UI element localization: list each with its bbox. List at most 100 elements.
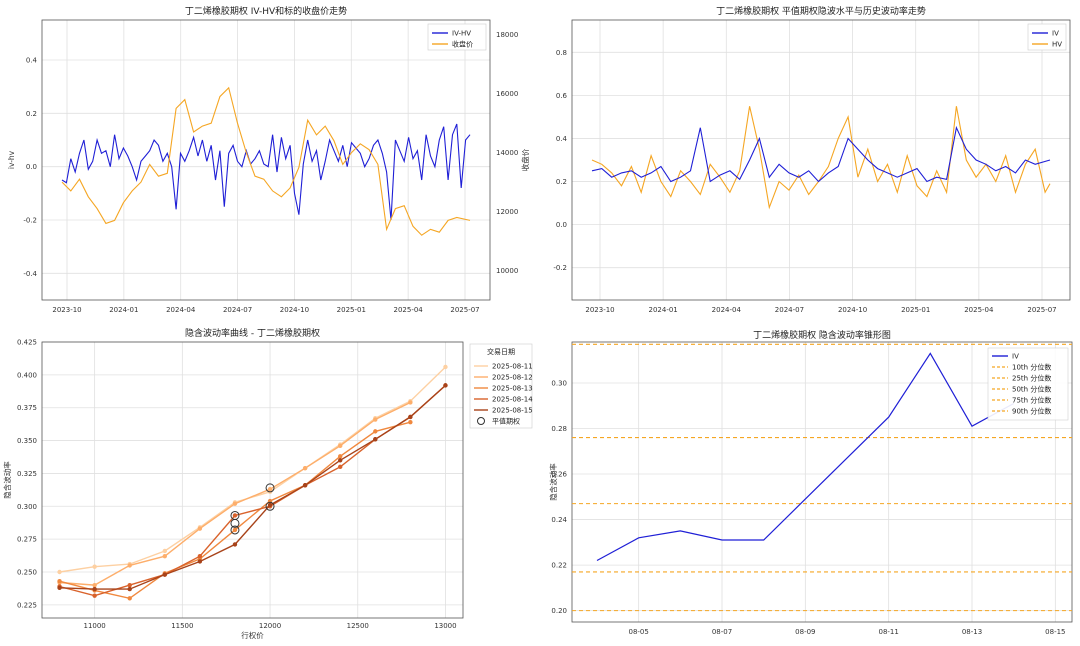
series-point	[338, 443, 343, 449]
y-right-tick-label: 18000	[496, 31, 518, 39]
chart-iv-cone: 丁二烯橡胶期权 隐含波动率锥形图 08-05 08-07 08-09 08-11 08-1…	[548, 329, 1073, 636]
y-tick-label: 0.6	[556, 92, 568, 100]
series-point	[57, 579, 62, 584]
y-tick-label: 0.400	[17, 371, 37, 379]
x-tick-label: 2024-04	[712, 306, 742, 314]
series-point	[127, 596, 132, 601]
series-point	[232, 513, 238, 518]
y-axis-label: iv-hv	[7, 150, 16, 169]
series-line	[59, 384, 446, 590]
legend-label: 2025-08-13	[492, 385, 533, 393]
series-point	[408, 400, 413, 405]
legend-label: 75th 分位数	[1012, 396, 1051, 405]
x-tick-label: 2024-10	[838, 306, 867, 314]
y-tick-label: 0.225	[17, 601, 37, 609]
legend-label: 2025-08-12	[492, 374, 533, 382]
y-tick-label: 0.0	[556, 221, 567, 229]
x-tick-label: 08-09	[795, 628, 815, 636]
legend-label: 收盘价	[452, 40, 473, 49]
x-tick-label: 2024-04	[166, 306, 196, 314]
y-tick-label: 0.250	[17, 569, 37, 577]
y-tick-label: -0.2	[553, 264, 567, 272]
x-tick-label: 2025-07	[450, 306, 479, 314]
legend: IV HV	[1027, 23, 1067, 51]
x-tick-label: 08-05	[628, 628, 648, 636]
x-tick-label: 08-07	[712, 628, 732, 636]
series-point	[197, 554, 203, 559]
series-point	[302, 465, 308, 471]
series-point	[162, 554, 167, 559]
series-point	[92, 593, 97, 598]
series-point	[127, 582, 132, 588]
y-tick-label: 0.350	[17, 437, 37, 445]
series-point	[302, 483, 308, 488]
x-tick-label: 12500	[347, 622, 369, 630]
legend-label: 2025-08-15	[492, 407, 533, 415]
series-point	[267, 502, 273, 508]
x-tick-label: 2025-07	[1027, 306, 1056, 314]
y-tick-label: 0.28	[551, 425, 567, 433]
y-right-tick-label: 12000	[496, 208, 518, 216]
chart-iv-hv-levels: 丁二烯橡胶期权 平值期权隐波水平与历史波动率走势 2023-10 2024-01 20…	[553, 5, 1071, 314]
x-tick-label: 2024-10	[280, 306, 309, 314]
legend: IV-HV 收盘价	[427, 23, 487, 51]
x-tick-label: 08-15	[1045, 628, 1065, 636]
series-line-close-price	[61, 86, 471, 236]
series-point	[338, 454, 343, 459]
y-right-tick-label: 14000	[496, 149, 518, 157]
y-tick-label: 0.4	[556, 135, 568, 143]
y-tick-label: 0.2	[556, 178, 567, 186]
legend-label: IV-HV	[452, 30, 471, 38]
series-point	[443, 364, 448, 370]
series-point	[127, 586, 132, 592]
y-right-tick-label: 16000	[496, 90, 518, 98]
x-tick-label: 2023-10	[585, 306, 614, 314]
plot-frame	[41, 19, 491, 301]
chart-figure: 丁二烯橡胶期权 IV-HV和标的收盘价走势 2023-10 2024-01 2024-…	[2, 5, 1073, 640]
series-point	[338, 458, 343, 463]
legend-label: HV	[1052, 41, 1062, 49]
legend-title: 交易日期	[487, 347, 515, 356]
legend-label: 50th 分位数	[1012, 385, 1051, 394]
legend-label: 平值期权	[492, 417, 520, 426]
legend-label: 25th 分位数	[1012, 374, 1051, 383]
series-point	[373, 417, 378, 422]
legend: 交易日期 2025-08-11 2025-08-12 2025-08-13 2025-0…	[469, 343, 533, 429]
y-right-tick-label: 10000	[496, 267, 518, 275]
plot-frame	[571, 19, 1071, 301]
y-tick-label: 0.4	[26, 57, 38, 65]
series-line-hv	[591, 106, 1051, 210]
x-tick-label: 08-13	[962, 628, 982, 636]
y-tick-label: 0.22	[551, 562, 567, 570]
legend-label: IV	[1012, 353, 1019, 361]
x-tick-label: 08-11	[878, 628, 898, 636]
series-point	[92, 564, 97, 569]
legend-label: 10th 分位数	[1012, 363, 1051, 372]
x-tick-label: 2025-04	[964, 306, 994, 314]
y-tick-label: 0.375	[17, 404, 37, 412]
x-tick-label: 2023-10	[52, 306, 81, 314]
series-point	[408, 419, 413, 425]
legend-label: IV	[1052, 30, 1059, 38]
legend-label: 2025-08-14	[492, 396, 533, 404]
y-tick-label: 0.300	[17, 503, 37, 511]
series-point	[57, 569, 62, 575]
y-tick-label: 0.24	[551, 516, 567, 524]
x-tick-label: 2025-04	[394, 306, 424, 314]
series-point	[443, 383, 448, 388]
series-line	[59, 384, 446, 597]
x-tick-label: 2025-01	[337, 306, 366, 314]
series-line	[59, 366, 446, 573]
series-point	[408, 414, 413, 420]
plot-frame	[41, 341, 464, 619]
y-axis-label: 隐含波动率	[2, 461, 12, 499]
y-tick-label: 0.275	[17, 536, 37, 544]
x-tick-label: 13000	[434, 622, 456, 630]
x-tick-label: 11000	[83, 622, 105, 630]
y-tick-label: 0.325	[17, 470, 37, 478]
series-line-iv	[591, 125, 1051, 183]
series-point	[162, 548, 167, 554]
x-tick-label: 2024-01	[109, 306, 138, 314]
series-line-iv-hv	[61, 123, 471, 221]
x-tick-label: 12000	[259, 622, 281, 630]
